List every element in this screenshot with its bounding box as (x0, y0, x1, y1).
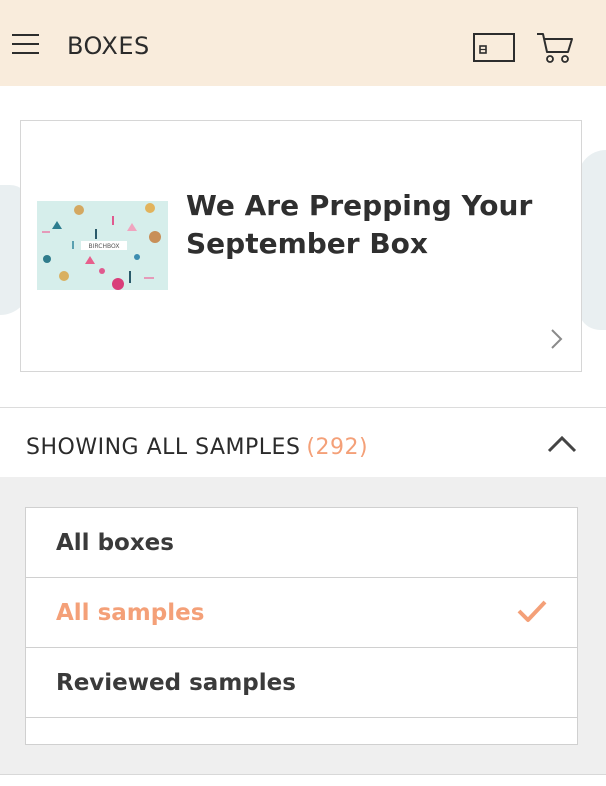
birchbox-box-image: BIRCHBOX (37, 201, 168, 290)
option-all-samples[interactable]: All samples (26, 578, 577, 648)
option-label: All samples (56, 600, 205, 626)
chevron-up-icon[interactable] (546, 434, 578, 454)
box-pattern: BIRCHBOX (37, 201, 168, 290)
option-all-boxes[interactable]: All boxes (26, 508, 577, 578)
filter-label: SHOWING ALL SAMPLES (292) (26, 435, 368, 460)
svg-text:BIRCHBOX: BIRCHBOX (89, 243, 120, 250)
background-brush-right (578, 150, 606, 330)
page: BOXES BIRCHBOX We Are Prepping Your Sept… (0, 0, 606, 786)
shopping-cart-icon[interactable] (536, 30, 574, 66)
hamburger-menu-icon[interactable] (12, 34, 39, 54)
divider (0, 774, 606, 775)
filter-label-text: SHOWING ALL SAMPLES (26, 435, 301, 460)
promo-title: We Are Prepping Your September Box (186, 189, 533, 260)
filter-header[interactable]: SHOWING ALL SAMPLES (292) (0, 407, 606, 477)
filter-options-panel: All boxes All samples Reviewed samples (0, 477, 606, 774)
option-label: Reviewed samples (56, 670, 296, 696)
sample-count: (292) (306, 435, 369, 460)
app-header: BOXES (0, 0, 606, 86)
filter-options-list: All boxes All samples Reviewed samples (25, 507, 578, 745)
checkmark-icon (517, 600, 547, 622)
page-title: BOXES (67, 32, 150, 60)
promo-card[interactable]: BIRCHBOX We Are Prepping Your September … (20, 120, 582, 372)
option-reviewed-samples[interactable]: Reviewed samples (26, 648, 577, 718)
gift-card-icon[interactable] (473, 33, 515, 62)
option-label: All boxes (56, 530, 174, 556)
option-partial-hidden[interactable] (26, 718, 577, 744)
chevron-right-icon[interactable] (549, 327, 565, 351)
